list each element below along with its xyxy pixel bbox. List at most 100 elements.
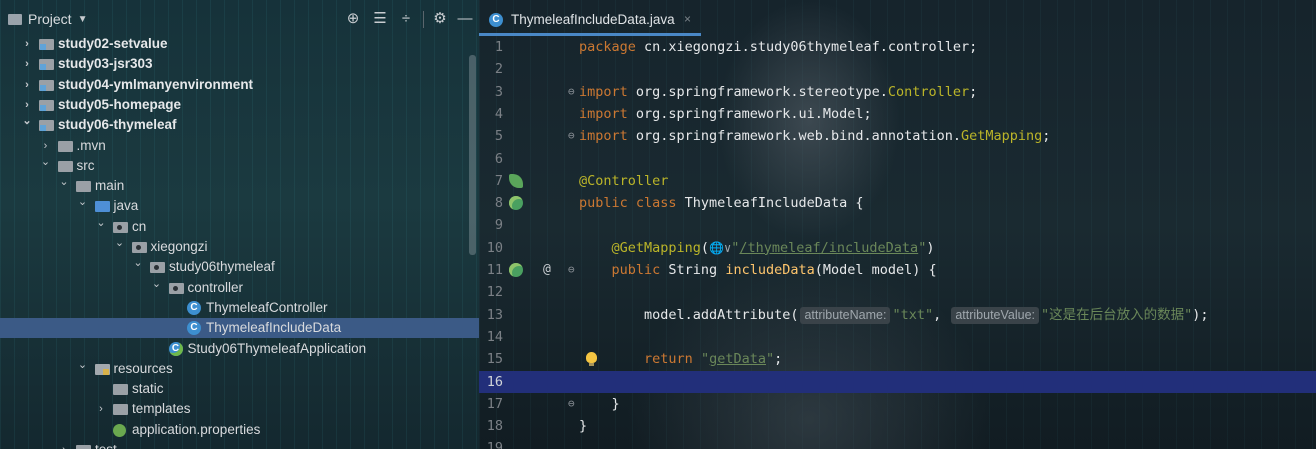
- annotation-gutter-icon[interactable]: @: [543, 259, 551, 281]
- chevron-down-icon[interactable]: ⌄: [152, 274, 162, 294]
- tree-item-study03-jsr303[interactable]: › study03-jsr303: [0, 54, 479, 74]
- tree-item-label: .mvn: [76, 137, 106, 153]
- code-token: GetMapping: [961, 128, 1043, 145]
- code-line[interactable]: 13 model.addAttribute(attributeName: "txt…: [479, 304, 1316, 326]
- fold-icon[interactable]: ⊖: [568, 81, 575, 103]
- code-line[interactable]: 5 ⊖ import org.springframework.web.bind.an…: [479, 125, 1316, 147]
- code-line[interactable]: 3 ⊖ import org.springframework.stereotype.…: [479, 81, 1316, 103]
- code-line[interactable]: 10 @GetMapping(🌐∨"/thymeleaf/includeData…: [479, 237, 1316, 259]
- project-panel: Project ▼ ⊕ ☰ ÷ ⚙ — › study02-setvalue › st…: [0, 0, 479, 449]
- tree-item-resources[interactable]: ⌄ resources: [0, 359, 479, 379]
- code-line[interactable]: 6: [479, 148, 1316, 170]
- tree-item-application-properties[interactable]: application.properties: [0, 420, 479, 440]
- collapse-all-icon[interactable]: ÷: [397, 10, 415, 28]
- code-line[interactable]: 1 package cn.xiegongzi.study06thymeleaf.c…: [479, 36, 1316, 58]
- tree-item-thymeleafincludedata[interactable]: C ThymeleafIncludeData: [0, 318, 479, 339]
- java-class-icon: C: [489, 13, 503, 27]
- code-token: ): [926, 239, 935, 256]
- tree-item-src[interactable]: ⌄ src: [0, 156, 479, 176]
- tree-item-study04-ymlmanyenvironment[interactable]: › study04-ymlmanyenvironment: [0, 75, 479, 95]
- spring-leaf-icon[interactable]: [509, 173, 523, 188]
- code-token: "这是在后台放入的数据": [1041, 306, 1193, 323]
- spring-bean-icon[interactable]: [509, 263, 523, 277]
- chevron-right-icon[interactable]: ›: [22, 34, 32, 54]
- tab-thymeleaf-include-data[interactable]: C ThymeleafIncludeData.java ×: [479, 0, 701, 36]
- target-icon[interactable]: ⊕: [344, 10, 362, 28]
- fold-icon[interactable]: ⊖: [568, 259, 575, 281]
- tree-item-xiegongzi[interactable]: ⌄ xiegongzi: [0, 237, 479, 257]
- tree-item-study06-thymeleaf[interactable]: ⌄ study06-thymeleaf: [0, 115, 479, 135]
- chevron-down-icon[interactable]: ⌄: [41, 152, 51, 172]
- code-line[interactable]: 15 return "getData";: [479, 348, 1316, 370]
- minimize-icon[interactable]: —: [456, 10, 474, 28]
- tree-item-study02-setvalue[interactable]: › study02-setvalue: [0, 34, 479, 54]
- tree-item-study06thymeleafapplication[interactable]: C Study06ThymeleafApplication: [0, 339, 479, 359]
- line-number: 8: [494, 195, 503, 212]
- code-line[interactable]: 18}: [479, 415, 1316, 437]
- code-token: includeData: [725, 262, 815, 278]
- code-line[interactable]: 14: [479, 326, 1316, 348]
- tree-item-label: xiegongzi: [150, 239, 208, 254]
- code-line[interactable]: 4 import org.springframework.ui.Model;: [479, 103, 1316, 125]
- module-folder-icon: [39, 79, 54, 91]
- tree-item-java[interactable]: ⌄ java: [0, 196, 479, 216]
- project-title: Project: [28, 11, 72, 27]
- chevron-right-icon[interactable]: ›: [96, 399, 106, 419]
- close-icon[interactable]: ×: [684, 12, 691, 26]
- code-line[interactable]: 12: [479, 281, 1316, 303]
- chevron-down-icon[interactable]: ⌄: [78, 192, 88, 212]
- chevron-right-icon[interactable]: ›: [59, 440, 69, 449]
- expand-all-icon[interactable]: ☰: [371, 10, 389, 28]
- code-line[interactable]: 16: [479, 370, 1316, 393]
- project-view-selector[interactable]: Project ▼: [8, 11, 87, 27]
- code-line[interactable]: 17 ⊖ }: [479, 393, 1316, 415]
- chevron-down-icon[interactable]: ⌄: [96, 213, 106, 233]
- code-line[interactable]: 11 @ ⊖ public String includeData(Model mod…: [479, 259, 1316, 281]
- code-line[interactable]: 9: [479, 214, 1316, 236]
- tree-item--mvn[interactable]: › .mvn: [0, 136, 479, 156]
- parameter-hint: attributeValue:: [951, 306, 1040, 324]
- code-token: import: [579, 83, 636, 100]
- code-line[interactable]: 8 public class ThymeleafIncludeData {: [479, 192, 1316, 214]
- fold-icon[interactable]: ⊖: [568, 393, 575, 415]
- tree-item-test[interactable]: › test: [0, 440, 479, 449]
- tree-item-thymeleafcontroller[interactable]: C ThymeleafController: [0, 298, 479, 318]
- project-scrollbar[interactable]: [469, 55, 476, 255]
- code-text: @GetMapping(🌐∨"/thymeleaf/includeData"): [579, 237, 935, 259]
- tree-item-static[interactable]: static: [0, 379, 479, 399]
- tree-item-templates[interactable]: › templates: [0, 399, 479, 419]
- tree-item-main[interactable]: ⌄ main: [0, 176, 479, 196]
- tree-item-label: study02-setvalue: [58, 36, 168, 51]
- folder-icon: [113, 384, 128, 396]
- tree-item-label: cn: [132, 218, 147, 234]
- line-number: 19: [486, 440, 503, 449]
- chevron-right-icon[interactable]: ›: [22, 75, 32, 95]
- tree-item-cn[interactable]: ⌄ cn: [0, 217, 479, 237]
- line-number: 10: [486, 239, 503, 256]
- code-text: public class ThymeleafIncludeData {: [579, 192, 863, 214]
- code-line[interactable]: 19: [479, 437, 1316, 449]
- fold-icon[interactable]: ⊖: [568, 125, 575, 147]
- chevron-down-icon[interactable]: ⌄: [22, 111, 32, 131]
- tree-item-study05-homepage[interactable]: › study05-homepage: [0, 95, 479, 115]
- spring-bean-icon[interactable]: [509, 196, 523, 211]
- line-number: 14: [486, 328, 503, 345]
- chevron-right-icon[interactable]: ›: [22, 54, 32, 74]
- code-text: import org.springframework.ui.Model;: [579, 103, 872, 125]
- tree-item-controller[interactable]: ⌄ controller: [0, 278, 479, 298]
- code-token: Controller: [887, 83, 970, 100]
- code-line[interactable]: 7 @Controller: [479, 170, 1316, 192]
- line-number: 4: [494, 105, 503, 122]
- properties-file-icon: [113, 423, 126, 437]
- chevron-down-icon[interactable]: ⌄: [78, 355, 88, 375]
- chevron-down-icon[interactable]: ⌄: [59, 172, 69, 192]
- line-number: 11: [486, 262, 503, 278]
- chevron-down-icon[interactable]: ⌄: [133, 253, 143, 273]
- code-token: );: [1192, 306, 1209, 323]
- code-line[interactable]: 2: [479, 58, 1316, 80]
- line-number: 9: [494, 217, 503, 234]
- chevron-down-icon[interactable]: ⌄: [115, 233, 125, 253]
- tree-item-study06thymeleaf[interactable]: ⌄ study06thymeleaf: [0, 257, 479, 277]
- gear-icon[interactable]: ⚙: [431, 10, 449, 28]
